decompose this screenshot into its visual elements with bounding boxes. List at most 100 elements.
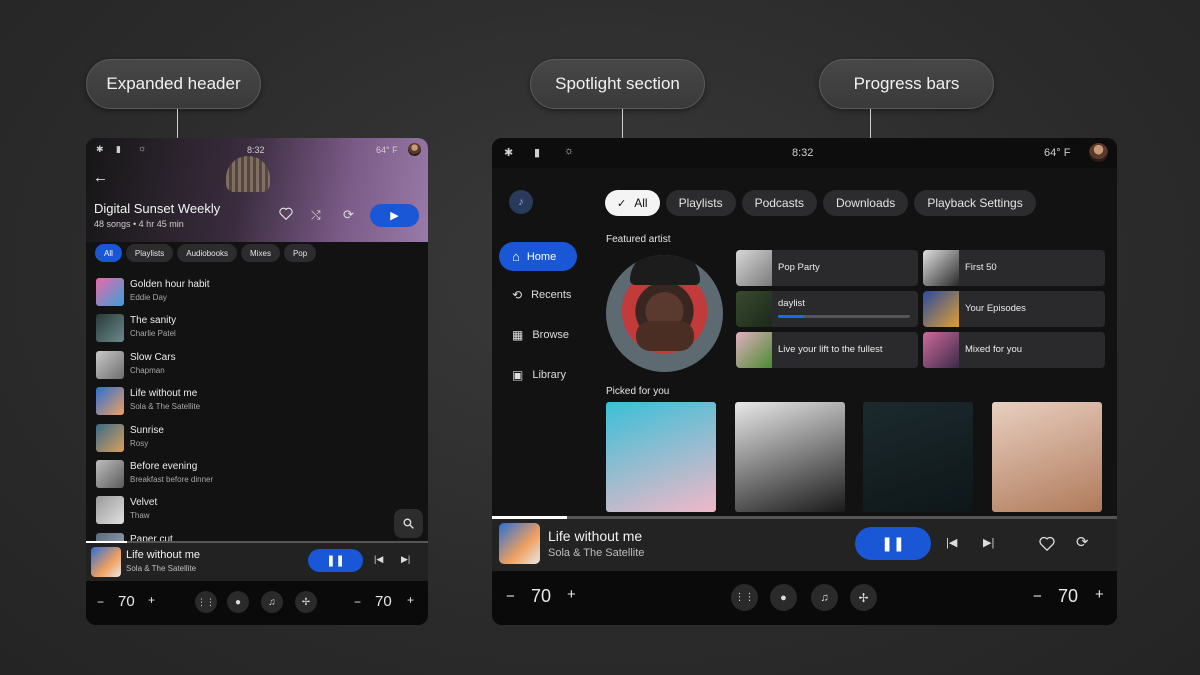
play-button[interactable]: ▶ — [370, 204, 419, 227]
now-playing-bar[interactable]: Life without me Sola & The Satellite ❚❚ … — [492, 516, 1117, 571]
signal-icon: ▮ — [116, 144, 121, 154]
volume-up-left[interactable]: + — [567, 586, 576, 603]
chip-mixes[interactable]: Mixes — [241, 244, 280, 262]
microphone-icon[interactable]: ● — [227, 591, 249, 613]
search-button[interactable] — [394, 509, 423, 538]
status-bar: ✱ ▮ ☼ 8:32 64° F — [492, 138, 1117, 168]
previous-icon[interactable]: |◀ — [374, 554, 383, 565]
track-row[interactable]: Life without me Sola & The Satellite — [96, 385, 416, 417]
callout-progress-bars: Progress bars — [819, 59, 994, 109]
pause-button[interactable]: ❚❚ — [308, 549, 363, 572]
volume-down-left[interactable]: − — [506, 588, 515, 605]
picked-card[interactable] — [606, 402, 716, 512]
bluetooth-icon: ✱ — [504, 147, 514, 159]
track-row[interactable]: Velvet Thaw — [96, 494, 416, 526]
microphone-icon[interactable]: ● — [770, 584, 797, 611]
repeat-icon[interactable]: ⟳ — [343, 207, 354, 223]
track-row[interactable]: Paper cut — [96, 531, 416, 541]
playlist-subtitle: 48 songs • 4 hr 45 min — [94, 219, 184, 229]
track-title: Paper cut — [130, 533, 173, 541]
nav-item-recents[interactable]: ⟲ Recents — [499, 283, 577, 307]
track-art — [96, 314, 124, 343]
system-bar: − 70 + ⋮⋮ ● ♫ ✢ − 70 + — [86, 581, 428, 625]
picked-card[interactable] — [734, 402, 845, 512]
spotlight-tile[interactable]: First 50 — [923, 250, 1105, 286]
nav-label-recents: Recents — [531, 289, 572, 301]
chip-playlists[interactable]: Playlists — [665, 190, 736, 216]
chip-audiobooks[interactable]: Audiobooks — [177, 244, 238, 262]
fan-icon[interactable]: ✢ — [850, 584, 877, 611]
now-playing-art — [91, 547, 121, 577]
track-row[interactable]: Sunrise Rosy — [96, 422, 416, 454]
track-artist: Charlie Patel — [130, 329, 176, 339]
next-icon[interactable]: ▶| — [401, 554, 410, 565]
filter-chips: ✓ All Playlists Podcasts Downloads Playb… — [605, 190, 1036, 216]
bell-icon[interactable]: ♫ — [261, 591, 283, 613]
system-bar: − 70 + ⋮⋮ ● ♫ ✢ − 70 + — [492, 571, 1117, 625]
track-row[interactable]: Slow Cars Chapman — [96, 349, 416, 381]
track-title: Sunrise — [130, 424, 164, 436]
volume-up-left[interactable]: + — [148, 593, 155, 607]
chip-playback-settings[interactable]: Playback Settings — [914, 190, 1036, 216]
apps-grid-icon[interactable]: ⋮⋮ — [195, 591, 217, 613]
track-row[interactable]: The sanity Charlie Patel — [96, 312, 416, 344]
heart-icon[interactable] — [1039, 536, 1055, 551]
chip-downloads[interactable]: Downloads — [822, 190, 909, 216]
chip-all[interactable]: ✓ All — [605, 190, 660, 216]
spotlight-tile[interactable]: Live your lift to the fullest — [736, 332, 918, 368]
track-title: The sanity — [130, 315, 177, 327]
tile-label: First 50 — [965, 262, 997, 273]
volume-down-left[interactable]: − — [97, 595, 104, 609]
playback-progress-track — [86, 541, 428, 543]
volume-down-right[interactable]: − — [1033, 588, 1042, 605]
now-playing-art — [499, 523, 540, 564]
previous-icon[interactable]: |◀ — [946, 536, 957, 549]
nav-item-browse[interactable]: ▦ Browse — [499, 323, 577, 347]
chip-podcasts[interactable]: Podcasts — [741, 190, 817, 216]
volume-up-right[interactable]: + — [1095, 586, 1104, 603]
now-playing-title: Life without me — [126, 549, 200, 561]
nav-label-browse: Browse — [532, 329, 570, 341]
nav-item-home[interactable]: ⌂ Home — [499, 242, 577, 271]
nav-item-library[interactable]: ▣ Library — [499, 363, 577, 387]
right-screen: ✱ ▮ ☼ 8:32 64° F ♪ ⌂ Home ⟲ Recents ▦ Br… — [492, 138, 1117, 625]
next-icon[interactable]: ▶| — [983, 536, 994, 549]
track-title: Before evening — [130, 461, 198, 472]
now-playing-bar[interactable]: Life without me Sola & The Satellite ❚❚ … — [86, 541, 428, 581]
back-arrow-icon[interactable]: ← — [93, 169, 108, 186]
app-logo-icon: ♪ — [509, 190, 533, 214]
search-icon — [403, 518, 414, 529]
picked-for-you-row — [606, 402, 1106, 512]
chip-pop[interactable]: Pop — [283, 244, 317, 262]
tile-art — [923, 291, 959, 327]
chip-playlists[interactable]: Playlists — [125, 244, 174, 262]
heart-icon[interactable] — [279, 207, 293, 220]
fan-icon[interactable]: ✢ — [295, 591, 317, 613]
profile-avatar[interactable] — [408, 143, 421, 156]
spotlight-tile[interactable]: Pop Party — [736, 250, 918, 286]
track-row[interactable]: Golden hour habit Eddie Day — [96, 276, 416, 308]
bell-icon[interactable]: ♫ — [811, 584, 838, 611]
volume-up-right[interactable]: + — [407, 593, 414, 607]
chip-all[interactable]: All — [95, 244, 122, 262]
pause-button[interactable]: ❚❚ — [855, 527, 931, 560]
featured-artist-image[interactable] — [606, 255, 723, 372]
spotlight-tile[interactable]: Your Episodes — [923, 291, 1105, 327]
picked-card[interactable] — [991, 402, 1102, 512]
track-artist: Sola & The Satellite — [130, 402, 201, 412]
spotlight-tile[interactable]: daylist — [736, 291, 918, 327]
track-art — [96, 423, 124, 452]
apps-grid-icon[interactable]: ⋮⋮ — [731, 584, 758, 611]
volume-down-right[interactable]: − — [354, 595, 361, 609]
track-artist: Eddie Day — [130, 293, 167, 302]
now-playing-title: Life without me — [548, 528, 643, 544]
volume-value-left: 70 — [118, 593, 135, 610]
spotlight-tile[interactable]: Mixed for you — [923, 332, 1105, 368]
tile-label: Live your lift to the fullest — [778, 344, 883, 355]
shuffle-icon[interactable]: ⤭ — [311, 208, 321, 223]
picked-card[interactable] — [863, 402, 973, 512]
profile-avatar[interactable] — [1089, 143, 1108, 162]
repeat-icon[interactable]: ⟳ — [1076, 533, 1089, 551]
track-row[interactable]: Before evening Breakfast before dinner — [96, 458, 416, 490]
clock: 8:32 — [792, 147, 814, 159]
